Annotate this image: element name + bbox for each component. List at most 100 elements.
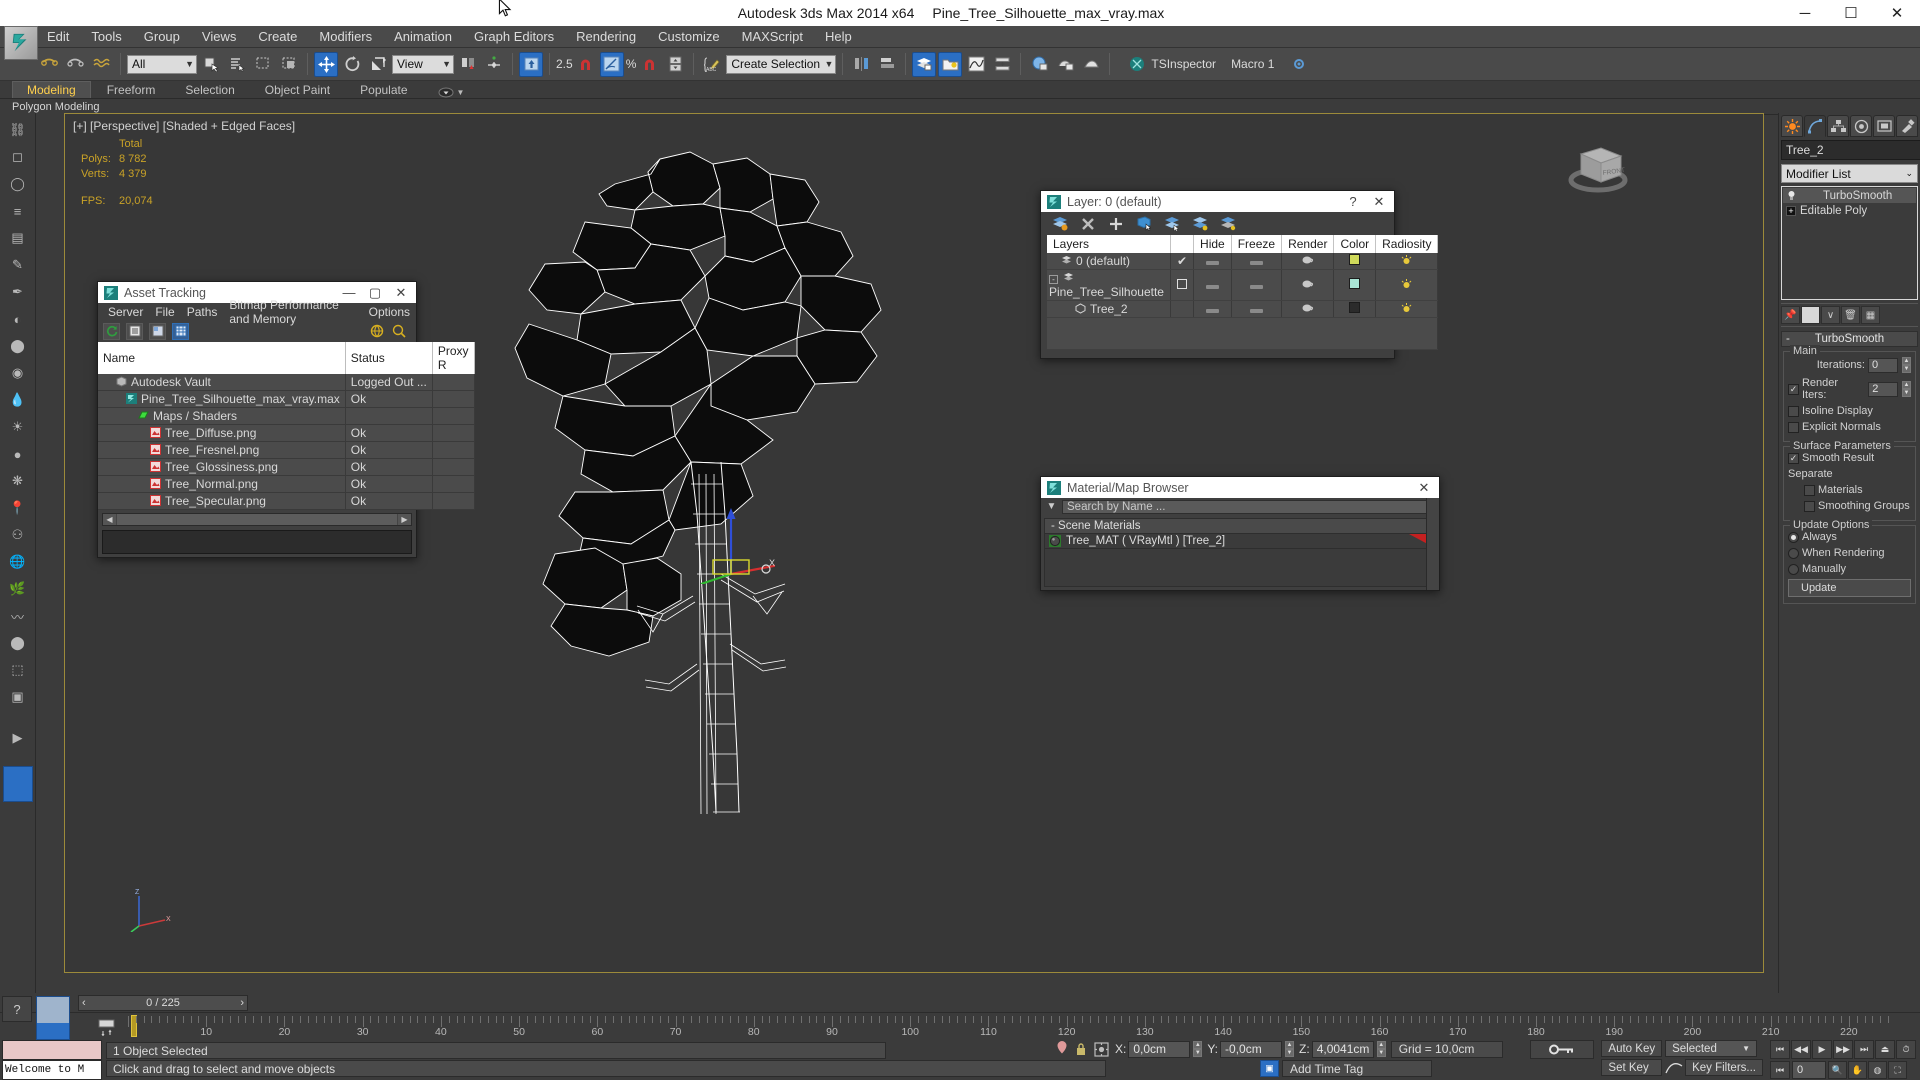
layer-manager-icon[interactable] — [912, 51, 937, 77]
render-teapot-icon[interactable] — [1301, 254, 1314, 265]
sphere-icon[interactable]: ◯ — [3, 171, 33, 197]
materials-checkbox[interactable] — [1804, 484, 1815, 496]
brush-icon[interactable]: ✎ — [3, 252, 33, 278]
render-iters-checkbox[interactable]: ✓ — [1788, 383, 1799, 395]
edit-named-selection-sets-icon[interactable]: ABC — [700, 51, 725, 77]
hide-toggle-icon[interactable] — [1205, 285, 1219, 289]
orbit-icon[interactable]: ◍ — [1868, 1061, 1887, 1079]
delete-layer-icon[interactable] — [1079, 215, 1097, 233]
x-spinner[interactable]: ▲ ▼ — [1193, 1041, 1203, 1057]
cube-icon[interactable]: ◻ — [3, 144, 33, 170]
macro-gear-icon[interactable] — [1287, 51, 1312, 77]
col-freeze[interactable]: Freeze — [1231, 235, 1283, 253]
scrollbar-thumb[interactable] — [117, 514, 397, 525]
freeze-toggle-icon[interactable] — [1249, 285, 1263, 289]
material-editor-icon[interactable] — [1027, 51, 1052, 77]
display-tab[interactable] — [1873, 115, 1895, 137]
key-mode-toggle-icon[interactable]: ⏏ — [1875, 1040, 1895, 1059]
box-green-icon[interactable]: ▣ — [3, 684, 33, 710]
perspective-viewport[interactable]: [+] [Perspective] [Shaded + Edged Faces]… — [64, 113, 1764, 973]
curve-editor-icon[interactable] — [964, 51, 989, 77]
tsinspector-label[interactable]: TSInspector — [1151, 57, 1216, 71]
ribbon-tab-selection[interactable]: Selection — [171, 82, 248, 98]
viewport-nav-tile[interactable] — [36, 996, 70, 1040]
menu-item-create[interactable]: Create — [247, 27, 308, 46]
zoom-icon[interactable]: 🔍 — [1828, 1061, 1847, 1079]
time-slider-next-arrow[interactable]: › — [240, 997, 244, 1009]
snap-toggle-icon[interactable] — [519, 51, 543, 77]
time-configuration-icon[interactable]: ⏱ — [1896, 1040, 1916, 1059]
search-input[interactable]: Search by Name ... — [1062, 499, 1435, 514]
col-name[interactable]: Name — [98, 342, 346, 374]
menu-item-views[interactable]: Views — [191, 27, 247, 46]
macro-label[interactable]: Macro 1 — [1231, 57, 1274, 71]
bind-space-warp-icon[interactable] — [90, 51, 114, 77]
col-hide[interactable]: Hide — [1193, 235, 1232, 253]
layer-row[interactable]: - Pine_Tree_Silhouette — [1047, 269, 1439, 301]
radiosity-icon[interactable] — [1399, 254, 1414, 265]
schematic-view-icon[interactable] — [990, 51, 1015, 77]
layer-current-check[interactable]: ✔ — [1170, 253, 1195, 270]
modifier-stack-item-turbosmooth[interactable]: TurboSmooth — [1783, 188, 1916, 203]
col-proxy[interactable]: Proxy R — [432, 342, 475, 374]
key-filters-button[interactable]: Key Filters... — [1685, 1059, 1763, 1076]
select-objects-icon[interactable] — [1135, 215, 1153, 233]
globe-icon[interactable]: 🌐 — [3, 549, 33, 575]
material-list-item[interactable]: Tree_MAT ( VRayMtl ) [Tree_2] — [1044, 534, 1436, 549]
loop-icon[interactable]: ◐ — [3, 306, 33, 332]
layer-color-swatch[interactable] — [1349, 302, 1361, 313]
pin-icon[interactable]: 📍 — [3, 495, 33, 521]
ruler-icon[interactable]: ▤ — [3, 225, 33, 251]
globe-icon[interactable] — [370, 324, 384, 338]
select-and-move-icon[interactable] — [314, 51, 338, 77]
update-button[interactable]: Update — [1788, 579, 1911, 597]
layer-dialog[interactable]: Layer: 0 (default) ? ✕ Layers Hide Freez… — [1040, 190, 1439, 359]
render-teapot-icon[interactable] — [1301, 302, 1314, 313]
freeze-toggle-icon[interactable] — [1249, 261, 1263, 265]
reference-coordinate-combo[interactable]: View ▼ — [392, 54, 454, 74]
key-mode-dropdown[interactable]: Selected ▼ — [1665, 1040, 1758, 1057]
modifier-stack-item-editable-poly[interactable]: + Editable Poly — [1783, 203, 1916, 218]
create-tab[interactable] — [1781, 115, 1803, 137]
play-animation-icon[interactable]: ▶ — [1812, 1040, 1832, 1059]
next-frame-icon[interactable]: ▶▶ — [1833, 1040, 1853, 1059]
configure-modifier-sets-icon[interactable]: ▦ — [1861, 306, 1880, 324]
snowflake-icon[interactable]: ❋ — [3, 468, 33, 494]
layer-current-checkbox[interactable] — [1177, 279, 1187, 289]
col-render[interactable]: Render — [1281, 235, 1335, 253]
when-rendering-radio[interactable] — [1788, 547, 1799, 559]
lock-icon[interactable] — [1074, 1041, 1088, 1058]
selection-filter-combo[interactable]: All ▼ — [127, 54, 197, 74]
render-iters-field[interactable]: 2 — [1868, 381, 1899, 397]
render-iters-spinner[interactable]: ▲ ▼ — [1902, 381, 1911, 397]
ribbon-minimize-group[interactable]: ▼ — [438, 87, 464, 98]
current-frame-field[interactable]: 0 — [1792, 1061, 1826, 1079]
layer-dialog-help-button[interactable]: ? — [1340, 191, 1366, 212]
close-button[interactable]: ✕ — [1874, 0, 1920, 26]
pin-stack-icon[interactable]: 📌 — [1781, 306, 1800, 324]
material-browser-close-button[interactable]: ✕ — [1411, 477, 1437, 498]
minimize-button[interactable]: ─ — [1782, 0, 1828, 26]
key-filters-curve-icon[interactable] — [1665, 1059, 1683, 1076]
time-slider[interactable]: ‹ 0 / 225 › — [78, 994, 248, 1011]
material-browser-title-bar[interactable]: Material/Map Browser ✕ — [1041, 477, 1439, 498]
sphere2-icon[interactable]: ⬤ — [3, 630, 33, 656]
list-icon[interactable]: ≡ — [3, 198, 33, 224]
track-bar[interactable]: 10 20 30 40 50 60 70 80 90 100 110 120 130 140 150 160 1… — [0, 1012, 1920, 1040]
table-row[interactable]: Maps / Shaders — [98, 407, 475, 425]
asset-tracking-status-field[interactable] — [102, 530, 412, 554]
filter-icon[interactable]: ▼ — [1045, 501, 1058, 512]
col-color[interactable]: Color — [1333, 235, 1377, 253]
highlight-selected-icon[interactable] — [1191, 215, 1209, 233]
wave-icon[interactable]: 〰 — [3, 603, 33, 629]
view-cube[interactable]: FRONT — [1563, 136, 1633, 196]
menu-item-rendering[interactable]: Rendering — [565, 27, 647, 46]
pan-icon[interactable]: ✋ — [1848, 1061, 1867, 1079]
previous-frame-icon[interactable]: ◀◀ — [1791, 1040, 1811, 1059]
align-icon[interactable] — [875, 51, 900, 77]
isoline-display-checkbox[interactable] — [1788, 405, 1799, 417]
layer-row[interactable]: Tree_2 — [1047, 300, 1439, 318]
manually-radio[interactable] — [1788, 563, 1799, 575]
asset-tracking-hscrollbar[interactable]: ◀ ▶ — [102, 513, 412, 526]
y-value[interactable]: -0,0cm — [1220, 1040, 1283, 1058]
